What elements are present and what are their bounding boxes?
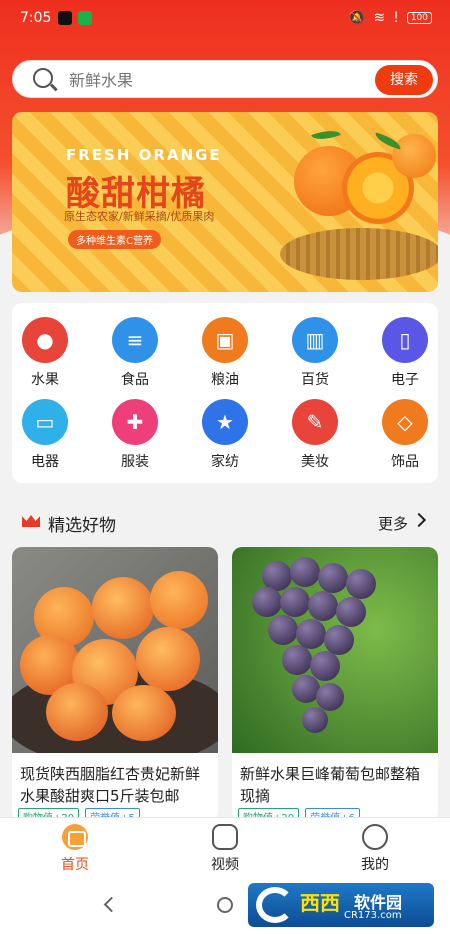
shirt-icon: ✚: [112, 399, 158, 445]
video-icon: [212, 824, 238, 850]
category-item[interactable]: ◇ 饰品: [372, 399, 438, 471]
product-card[interactable]: 新鲜水果巨峰葡萄包邮整箱现摘 购物值+20 荣誉值+6: [232, 547, 438, 822]
system-icons: 🔕 ≋ ! 100: [348, 10, 432, 26]
section-title: 精选好物: [48, 516, 116, 536]
search-button[interactable]: 搜索: [375, 65, 433, 95]
section-header: 精选好物 更多: [22, 509, 432, 536]
category-label: 水果: [31, 372, 59, 388]
category-item[interactable]: ✚ 服装: [102, 399, 168, 471]
product-name: 现货陕西胭脂红杏贵妃新鲜水果酸甜爽口5斤装包邮: [20, 765, 201, 805]
tab-home[interactable]: 首页: [35, 824, 115, 874]
promo-banner[interactable]: FRESH ORANGE 酸甜柑橘 原生态农家/新鲜采摘/优质果肉 多种维生素C…: [12, 112, 438, 292]
product-image-apricots[interactable]: [12, 547, 218, 753]
home-bag-icon: [62, 824, 88, 850]
category-item[interactable]: ▯ 电子: [372, 317, 438, 389]
orange-image-2: [392, 134, 436, 178]
grape-shape: [308, 591, 338, 621]
grape-shape: [280, 587, 310, 617]
category-label: 美妆: [301, 454, 329, 470]
tab-profile[interactable]: 我的: [335, 824, 415, 874]
category-label: 电器: [31, 454, 59, 470]
apricot-shape: [92, 577, 154, 639]
product-name: 新鲜水果巨峰葡萄包邮整箱现摘: [240, 765, 421, 805]
category-grid: ● 水果 ≡ 食品 ▣ 粮油 ▥ 百货 ▯ 电子 ▭ 电器 ✚ 服装 ★ 家纺 ✎ 美妆 ◇ 饰品: [12, 303, 438, 483]
status-bar: 7:05 🔕 ≋ ! 100: [0, 0, 450, 36]
watermark-domain: CR173.com: [344, 910, 402, 921]
battery-icon: 100: [406, 12, 432, 24]
tab-profile-label: 我的: [361, 857, 389, 873]
product-image-grapes[interactable]: [232, 547, 438, 753]
category-label: 食品: [121, 372, 149, 388]
home-circle-icon[interactable]: [217, 897, 233, 913]
grain-bag-icon: ▣: [202, 317, 248, 363]
search-input[interactable]: [69, 68, 349, 92]
tv-icon: ▭: [22, 399, 68, 445]
fries-icon: ≡: [112, 317, 158, 363]
apple-icon: ●: [22, 317, 68, 363]
apricot-shape: [112, 685, 176, 741]
category-item[interactable]: ✎ 美妆: [282, 399, 348, 471]
watermark-brand: 西西: [300, 891, 340, 915]
product-card[interactable]: 现货陕西胭脂红杏贵妃新鲜水果酸甜爽口5斤装包邮 购物值+20 荣誉值+5: [12, 547, 218, 822]
tab-video-label: 视频: [211, 857, 239, 873]
grape-shape: [310, 651, 340, 681]
banner-subtitle: 原生态农家/新鲜采摘/优质果肉: [64, 210, 215, 223]
mute-bell-icon: 🔕: [348, 10, 366, 26]
status-time: 7:05: [20, 10, 52, 26]
basket-image: [280, 228, 438, 280]
bottom-tab-bar: 首页 视频 我的: [0, 817, 450, 879]
crown-icon: [22, 515, 40, 527]
category-item[interactable]: ▣ 粮油: [192, 317, 258, 389]
apricot-shape: [46, 683, 108, 741]
basket-icon: ▥: [292, 317, 338, 363]
chevron-right-icon[interactable]: [411, 512, 427, 528]
cosmetics-icon: ✎: [292, 399, 338, 445]
apricot-shape: [150, 571, 208, 629]
category-label: 电子: [391, 372, 419, 388]
tab-video[interactable]: 视频: [185, 824, 265, 874]
alert-icon: !: [393, 10, 399, 26]
qq-notification-icon: [58, 11, 72, 25]
grape-shape: [252, 587, 282, 617]
banner-en-word2: ORANGE: [138, 146, 222, 164]
banner-en-word1: FRESH: [66, 146, 132, 164]
category-item[interactable]: ★ 家纺: [192, 399, 258, 471]
banner-tag: 多种维生素C营养: [68, 230, 161, 249]
category-item[interactable]: ● 水果: [12, 317, 78, 389]
search-icon: [33, 68, 53, 88]
grape-shape: [318, 563, 348, 593]
app-notification-icon: [78, 11, 92, 25]
category-item[interactable]: ▥ 百货: [282, 317, 348, 389]
category-label: 百货: [301, 372, 329, 388]
tab-home-label: 首页: [61, 857, 89, 873]
grape-shape: [282, 645, 312, 675]
grape-shape: [336, 597, 366, 627]
category-label: 饰品: [391, 454, 419, 470]
textile-icon: ★: [202, 399, 248, 445]
category-label: 服装: [121, 454, 149, 470]
more-link[interactable]: 更多: [378, 513, 408, 534]
grape-shape: [268, 615, 298, 645]
grape-shape: [346, 569, 376, 599]
category-label: 粮油: [211, 372, 239, 388]
apricot-shape: [136, 627, 200, 691]
necklace-icon: ◇: [382, 399, 428, 445]
grape-shape: [302, 707, 328, 733]
category-item[interactable]: ▭ 电器: [12, 399, 78, 471]
grape-shape: [290, 557, 320, 587]
search-bar[interactable]: 搜索: [12, 60, 438, 98]
banner-english-title: FRESH ORANGE: [66, 146, 222, 164]
watermark-logo: 西西 软件园 CR173.com: [248, 883, 434, 927]
profile-face-icon: [362, 824, 388, 850]
phone-icon: ▯: [382, 317, 428, 363]
category-item[interactable]: ≡ 食品: [102, 317, 168, 389]
category-label: 家纺: [211, 454, 239, 470]
leaf-decoration: [311, 125, 341, 145]
wifi-icon: ≋: [373, 10, 386, 26]
watermark-c-icon: [256, 887, 294, 923]
back-icon[interactable]: [103, 896, 120, 913]
grape-shape: [316, 683, 344, 711]
